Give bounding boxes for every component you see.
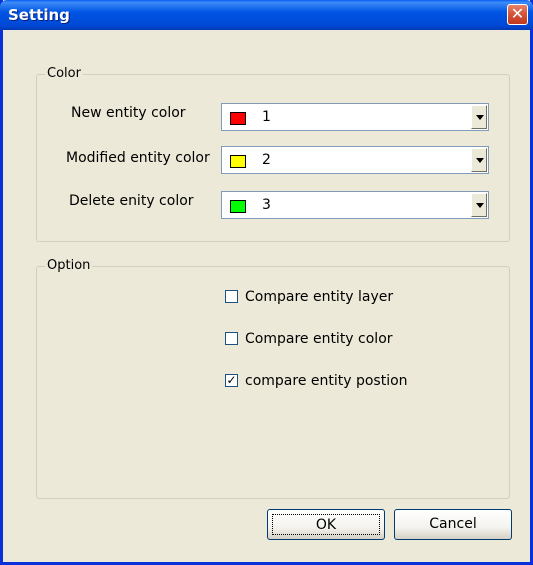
- compare-color-checkbox[interactable]: [225, 332, 238, 345]
- delete-entity-color-select[interactable]: 3: [221, 191, 489, 219]
- selected-value: 3: [262, 197, 271, 213]
- new-entity-color-label: New entity color: [71, 105, 186, 121]
- close-button[interactable]: ✕: [507, 4, 528, 25]
- compare-layer-label: Compare entity layer: [245, 289, 394, 305]
- window-title: Setting: [8, 6, 70, 24]
- settings-dialog: Setting ✕ Color New entity color 1 Modif…: [0, 0, 533, 565]
- color-group-label: Color: [45, 66, 83, 82]
- cancel-button[interactable]: Cancel: [394, 509, 512, 540]
- title-bar[interactable]: Setting ✕: [0, 0, 533, 30]
- selected-value: 1: [262, 109, 271, 125]
- compare-position-checkbox[interactable]: ✓: [225, 374, 238, 387]
- close-icon: ✕: [510, 4, 525, 23]
- checkmark-icon: ✓: [226, 373, 237, 387]
- chevron-down-icon[interactable]: [471, 193, 487, 217]
- ok-button[interactable]: OK: [267, 509, 385, 540]
- color-swatch: [230, 155, 246, 168]
- compare-layer-checkbox[interactable]: [225, 290, 238, 303]
- delete-entity-color-label: Delete enity color: [69, 193, 194, 209]
- chevron-down-icon[interactable]: [471, 105, 487, 129]
- selected-value: 2: [262, 152, 271, 168]
- modified-entity-color-label: Modified entity color: [66, 150, 210, 166]
- new-entity-color-select[interactable]: 1: [221, 103, 489, 131]
- modified-entity-color-select[interactable]: 2: [221, 146, 489, 174]
- chevron-down-icon[interactable]: [471, 148, 487, 172]
- compare-position-label: compare entity postion: [245, 373, 408, 389]
- option-group-label: Option: [45, 258, 93, 274]
- color-swatch: [230, 200, 246, 213]
- color-swatch: [230, 112, 246, 125]
- ok-button-label: OK: [272, 514, 380, 535]
- compare-color-label: Compare entity color: [245, 331, 393, 347]
